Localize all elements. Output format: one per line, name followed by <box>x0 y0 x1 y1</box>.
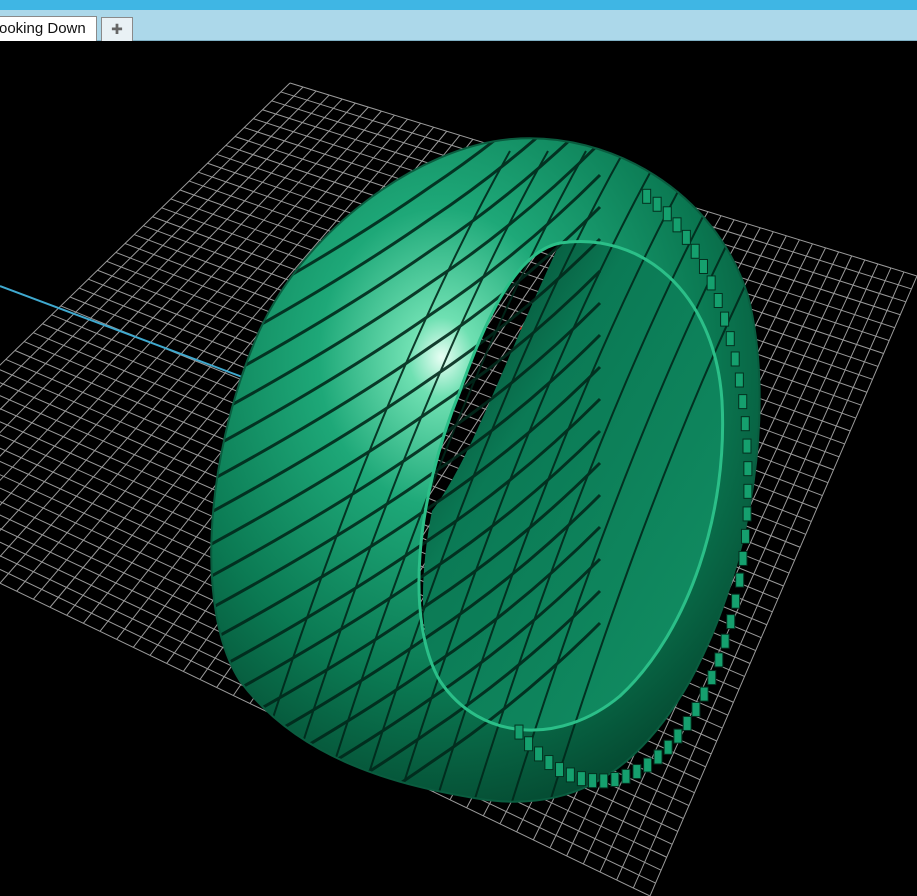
rim-tooth <box>524 736 534 752</box>
rim-tooth <box>714 652 724 668</box>
rim-tooth <box>740 528 750 544</box>
rim-tooth <box>730 351 740 367</box>
rim-tooth <box>707 670 717 686</box>
rim-tooth <box>632 764 642 780</box>
rim-tooth <box>621 768 631 784</box>
tab-label: ooking Down <box>0 20 86 37</box>
rim-tooth <box>534 746 544 762</box>
rim-tooth <box>713 293 723 309</box>
rim-tooth <box>720 633 730 649</box>
rim-tooth <box>706 275 716 291</box>
3d-viewport[interactable] <box>0 41 917 896</box>
rim-tooth <box>699 686 709 702</box>
rim-tooth <box>738 394 748 410</box>
rim-tooth <box>742 438 752 454</box>
rim-tooth <box>681 229 691 245</box>
rim-tooth <box>544 755 554 771</box>
rim-tooth <box>735 572 745 588</box>
tab-looking-down[interactable]: ooking Down <box>0 16 97 41</box>
rim-tooth <box>565 767 575 783</box>
add-tab-button[interactable]: ✚ <box>101 17 133 41</box>
rim-tooth <box>653 749 663 765</box>
rim-tooth <box>743 483 753 499</box>
viewport-canvas <box>0 82 917 896</box>
rim-tooth <box>742 506 752 522</box>
rim-tooth <box>726 614 736 630</box>
rim-tooth <box>740 416 750 432</box>
rim-tooth <box>725 331 735 347</box>
rim-tooth <box>642 188 652 204</box>
rim-tooth <box>663 739 673 755</box>
rim-tooth <box>734 372 744 388</box>
rim-tooth <box>673 728 683 744</box>
rim-tooth <box>599 773 609 789</box>
rim-tooth <box>720 311 730 327</box>
rim-tooth <box>682 715 692 731</box>
title-strip <box>0 0 917 10</box>
plus-icon: ✚ <box>111 21 123 37</box>
rim-tooth <box>738 550 748 566</box>
rim-tooth <box>652 196 662 212</box>
axis-y-line <box>0 285 246 379</box>
rim-tooth <box>514 724 524 740</box>
rim-tooth <box>576 771 586 787</box>
rim-tooth <box>555 762 565 778</box>
rim-tooth <box>743 461 753 477</box>
rim-tooth <box>731 593 741 609</box>
rim-tooth <box>691 701 701 717</box>
viewport-tab-bar: ooking Down ✚ <box>0 10 917 41</box>
rim-tooth <box>662 206 672 222</box>
rim-tooth <box>643 757 653 773</box>
cad-window: ooking Down ✚ <box>0 0 917 896</box>
rim-tooth <box>698 258 708 274</box>
rim-tooth <box>690 243 700 259</box>
rim-tooth <box>610 771 620 787</box>
rim-tooth <box>588 773 598 789</box>
rim-tooth <box>672 217 682 233</box>
